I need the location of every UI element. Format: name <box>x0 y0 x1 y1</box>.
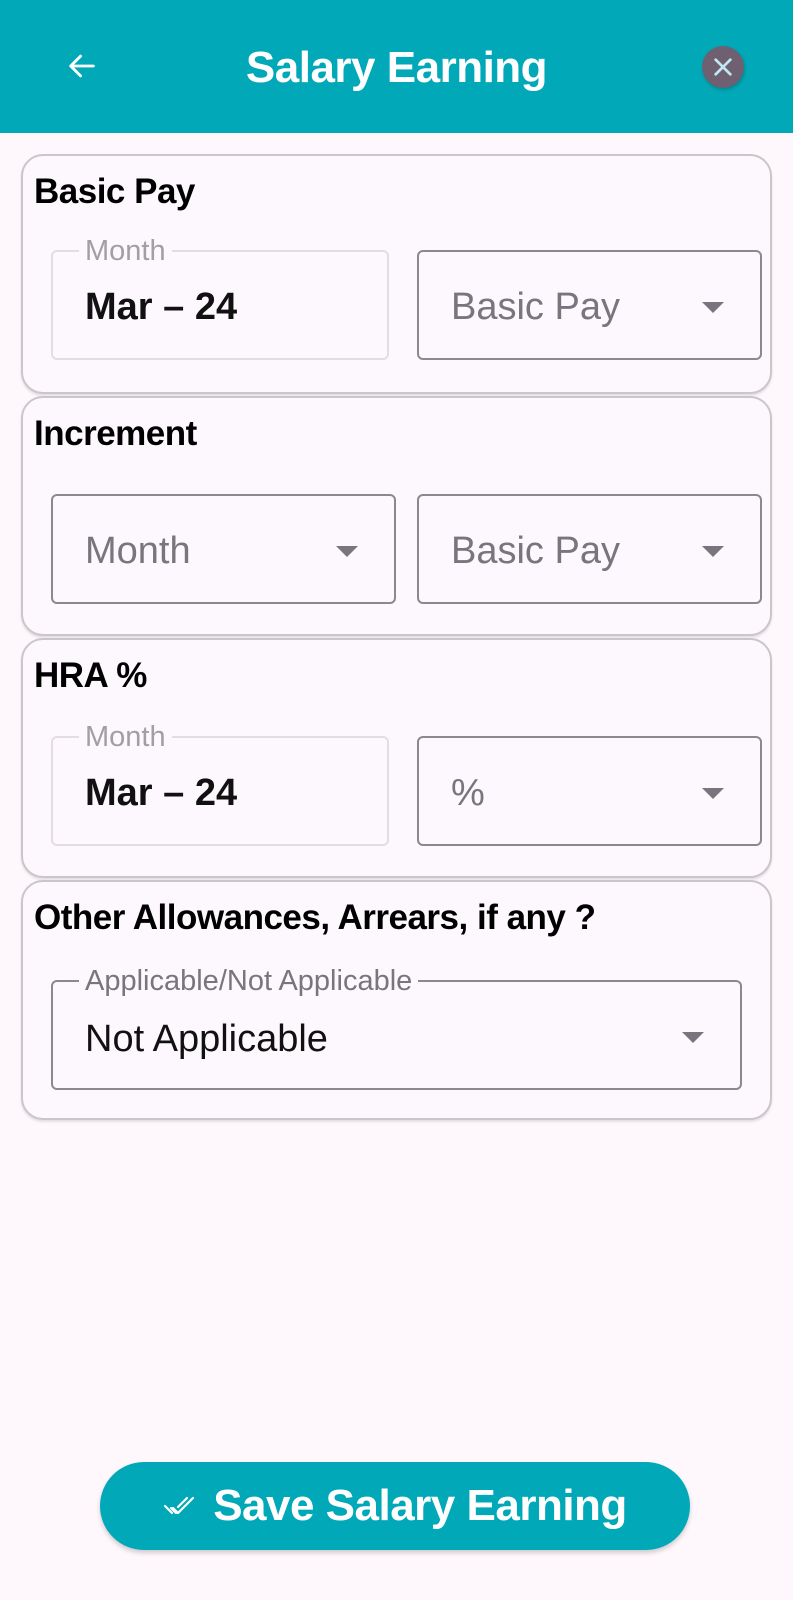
done-all-icon <box>164 1496 195 1515</box>
close-button[interactable] <box>702 46 744 88</box>
dropdown-placeholder: Month <box>85 530 191 572</box>
field-label: Applicable/Not Applicable <box>79 964 419 998</box>
basic-pay-dropdown[interactable]: Basic Pay <box>417 250 762 360</box>
hra-percent-dropdown[interactable]: % <box>417 736 762 846</box>
field-value: Mar – 24 <box>85 772 238 814</box>
increment-basic-pay-dropdown[interactable]: Basic Pay <box>417 494 762 604</box>
dropdown-value: Not Applicable <box>85 1018 328 1060</box>
increment-month-dropdown[interactable]: Month <box>51 494 396 604</box>
app-bar: Salary Earning <box>0 0 793 133</box>
field-label: Month <box>79 234 172 268</box>
field-label: Month <box>79 720 172 754</box>
field-value: Mar – 24 <box>85 286 238 328</box>
section-title: Other Allowances, Arrears, if any ? <box>34 898 596 937</box>
applicable-dropdown[interactable]: Applicable/Not Applicable Not Applicable <box>51 964 742 1090</box>
dropdown-arrow-icon <box>702 302 724 313</box>
dropdown-placeholder: % <box>451 772 485 814</box>
section-title: Basic Pay <box>34 172 195 211</box>
dropdown-arrow-icon <box>702 788 724 799</box>
dropdown-arrow-icon <box>702 546 724 557</box>
hra-month-field: Month Mar – 24 <box>51 720 389 846</box>
dropdown-arrow-icon <box>336 546 358 557</box>
dropdown-placeholder: Basic Pay <box>451 286 620 328</box>
save-salary-earning-button[interactable]: Save Salary Earning <box>100 1462 690 1550</box>
dropdown-arrow-icon <box>682 1032 704 1043</box>
increment-card: Increment Month Basic Pay <box>21 396 772 636</box>
section-title: HRA % <box>34 656 147 695</box>
close-icon <box>714 58 732 76</box>
page-title: Salary Earning <box>245 43 548 92</box>
basic-pay-card: Basic Pay Month Mar – 24 Basic Pay <box>21 154 772 394</box>
save-button-label: Save Salary Earning <box>213 1481 627 1530</box>
other-allowances-card: Other Allowances, Arrears, if any ? Appl… <box>21 880 772 1120</box>
basic-pay-month-field: Month Mar – 24 <box>51 234 389 360</box>
section-title: Increment <box>34 414 197 453</box>
dropdown-placeholder: Basic Pay <box>451 530 620 572</box>
hra-card: HRA % Month Mar – 24 % <box>21 638 772 878</box>
